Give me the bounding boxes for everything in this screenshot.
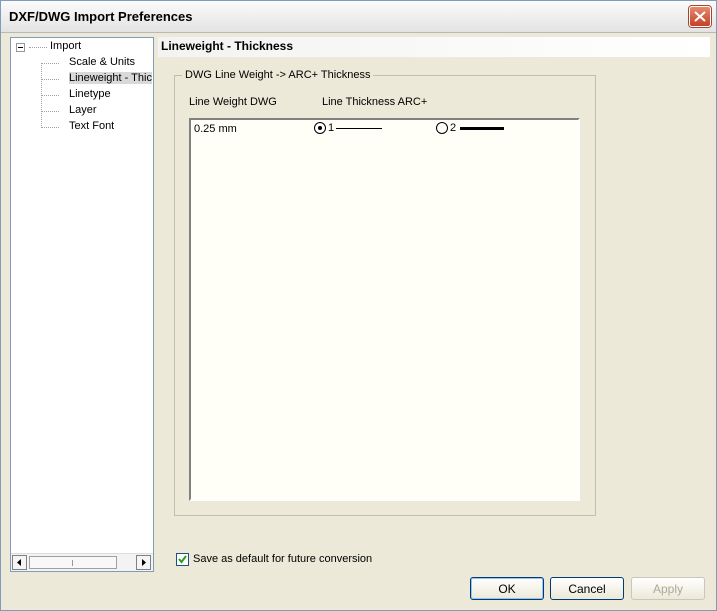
close-icon	[694, 11, 706, 22]
save-default-checkbox[interactable]	[176, 553, 189, 566]
window-title: DXF/DWG Import Preferences	[9, 9, 193, 24]
title-bar[interactable]: DXF/DWG Import Preferences	[1, 1, 716, 33]
column-header-thickness: Line Thickness ARC+	[322, 96, 428, 108]
collapse-icon[interactable]	[16, 43, 25, 52]
tree-item-import[interactable]: Import	[50, 38, 81, 54]
scroll-thumb[interactable]	[29, 556, 117, 569]
close-button[interactable]	[689, 6, 711, 27]
save-default-label[interactable]: Save as default for future conversion	[193, 553, 372, 565]
tree-item-layer[interactable]: Layer	[69, 102, 97, 118]
thick-line-sample	[460, 127, 504, 130]
cancel-button[interactable]: Cancel	[550, 577, 624, 600]
panel-title: Lineweight - Thickness	[161, 39, 294, 53]
column-header-lineweight: Line Weight DWG	[189, 96, 277, 108]
chevron-left-icon	[17, 559, 21, 566]
lineweight-list[interactable]: 0.25 mm 1 2	[189, 118, 580, 501]
checkmark-icon	[178, 555, 187, 564]
chevron-right-icon	[142, 559, 146, 566]
scroll-right-button[interactable]	[136, 555, 151, 570]
scroll-left-button[interactable]	[12, 555, 27, 570]
lineweight-value: 0.25 mm	[194, 123, 237, 135]
panel-header: Lineweight - Thickness	[158, 37, 710, 57]
tree-item-lineweight-thickness[interactable]: Lineweight - Thickness	[69, 70, 152, 86]
group-title: DWG Line Weight -> ARC+ Thickness	[182, 69, 374, 81]
thickness-option-2-label: 2	[450, 122, 457, 134]
category-tree[interactable]: Import Scale & Units Lineweight - Thickn…	[10, 37, 154, 572]
ok-button[interactable]: OK	[470, 577, 544, 600]
tree-horizontal-scrollbar[interactable]	[11, 553, 153, 571]
thin-line-sample	[336, 128, 382, 129]
tree-item-scale-units[interactable]: Scale & Units	[69, 54, 135, 70]
apply-button[interactable]: Apply	[631, 577, 705, 600]
tree-item-linetype[interactable]: Linetype	[69, 86, 111, 102]
thickness-option-1-label: 1	[328, 122, 335, 134]
thickness-radio-2[interactable]	[436, 122, 448, 134]
tree-item-text-font[interactable]: Text Font	[69, 118, 114, 134]
thickness-radio-1[interactable]	[314, 122, 326, 134]
